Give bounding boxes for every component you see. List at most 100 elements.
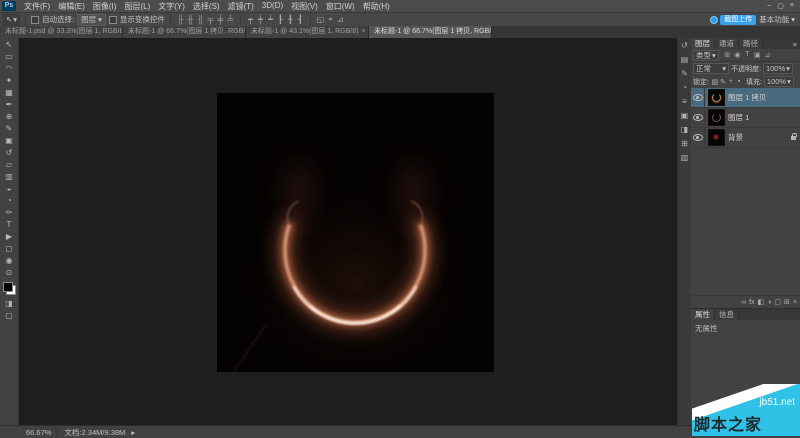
- minimize-icon[interactable]: –: [767, 2, 771, 10]
- panel-tab[interactable]: 属性: [691, 309, 715, 320]
- menu-item[interactable]: 窗口(W): [322, 1, 359, 12]
- status-chevron-icon[interactable]: ▸: [131, 428, 135, 437]
- align-center-v-icon[interactable]: ╪: [216, 15, 225, 25]
- distribute-center-h-icon[interactable]: ╂: [286, 15, 295, 25]
- layer-row[interactable]: 图层 1 拷贝: [691, 88, 800, 108]
- adjustment-layer-icon[interactable]: ◑: [767, 299, 771, 306]
- filter-pixel-icon[interactable]: ⊞: [723, 51, 732, 59]
- close-icon[interactable]: ×: [790, 2, 794, 10]
- menu-item[interactable]: 图像(I): [89, 1, 121, 12]
- foreground-color-swatch[interactable]: [3, 282, 13, 292]
- pen-tool-icon[interactable]: ✏: [1, 207, 17, 219]
- layer-thumbnail[interactable]: [708, 109, 725, 126]
- filter-type-dropdown[interactable]: 类型 ▾: [693, 50, 719, 61]
- distribute-center-v-icon[interactable]: ┿: [256, 15, 265, 25]
- screen-mode-icon[interactable]: ▢: [1, 310, 17, 322]
- fill-dropdown[interactable]: 100% ▾: [764, 76, 794, 87]
- opacity-dropdown[interactable]: 100% ▾: [763, 63, 793, 74]
- workspace-switcher[interactable]: 基本功能 ▾: [759, 14, 797, 25]
- menu-item[interactable]: 编辑(E): [54, 1, 89, 12]
- blur-tool-icon[interactable]: ◒: [1, 183, 17, 195]
- document-tab[interactable]: 未标题-1 @ 43.1%(图层 1, RGB/8) ×: [246, 26, 369, 38]
- align-top-icon[interactable]: ╤: [206, 15, 215, 25]
- panel-tab[interactable]: 信息: [715, 309, 739, 320]
- menu-item[interactable]: 3D(D): [258, 1, 287, 12]
- dodge-tool-icon[interactable]: ◔: [1, 195, 17, 207]
- new-layer-icon[interactable]: ⊞: [784, 298, 790, 306]
- layer-thumbnail[interactable]: [708, 129, 725, 146]
- canvas[interactable]: [217, 93, 494, 372]
- crop-tool-icon[interactable]: ▦: [1, 87, 17, 99]
- path-selection-tool-icon[interactable]: ▶: [1, 231, 17, 243]
- menu-item[interactable]: 帮助(H): [359, 1, 394, 12]
- brush-panel-icon[interactable]: ✎: [681, 69, 688, 78]
- brush-tool-icon[interactable]: ✎: [1, 123, 17, 135]
- styles-panel-icon[interactable]: ▣: [681, 111, 689, 120]
- adjustments-panel-icon[interactable]: ◨: [681, 125, 689, 134]
- delete-layer-icon[interactable]: ×: [793, 299, 797, 306]
- hand-tool-icon[interactable]: ◉: [1, 255, 17, 267]
- layer-visibility-toggle[interactable]: [691, 88, 705, 107]
- distribute-right-icon[interactable]: ┨: [296, 15, 305, 25]
- layer-thumbnail[interactable]: [708, 89, 725, 106]
- 3d-drag-icon[interactable]: ⊿: [336, 15, 345, 25]
- align-left-icon[interactable]: ╟: [176, 15, 185, 25]
- layer-visibility-toggle[interactable]: [691, 108, 705, 127]
- layer-visibility-toggle[interactable]: [691, 128, 705, 147]
- character-panel-icon[interactable]: ≡: [682, 97, 687, 106]
- shape-tool-icon[interactable]: ◻: [1, 243, 17, 255]
- zoom-tool-icon[interactable]: ⊙: [1, 267, 17, 279]
- filter-shape-icon[interactable]: ▣: [753, 51, 762, 59]
- clone-source-panel-icon[interactable]: ◔: [682, 83, 687, 92]
- move-tool-icon[interactable]: ↖: [1, 39, 17, 51]
- 3d-rotate-icon[interactable]: ◱: [316, 15, 325, 25]
- lock-all-icon[interactable]: ▪: [735, 78, 743, 86]
- history-brush-tool-icon[interactable]: ↺: [1, 147, 17, 159]
- layer-style-icon[interactable]: fx: [749, 299, 754, 306]
- panel-tab[interactable]: 通道: [715, 38, 739, 49]
- lock-transparent-icon[interactable]: ▨: [711, 78, 719, 86]
- eraser-tool-icon[interactable]: ▱: [1, 159, 17, 171]
- menu-item[interactable]: 选择(S): [189, 1, 224, 12]
- document-tab[interactable]: 未标题-1 @ 66.7%(图层 1 拷贝, RGB/8#) ×: [369, 26, 492, 38]
- history-panel-icon[interactable]: ↺: [681, 41, 688, 50]
- channels-panel-icon[interactable]: ⊞: [681, 139, 688, 148]
- show-transform-checkbox[interactable]: [109, 16, 117, 24]
- align-center-h-icon[interactable]: ╫: [186, 15, 195, 25]
- panel-tab[interactable]: 图层: [691, 38, 715, 49]
- auto-select-target-dropdown[interactable]: 图层 ▾: [77, 14, 106, 26]
- document-tab[interactable]: 未标题-1.psd @ 33.3%(图层 1, RGB/8) ×: [0, 26, 123, 38]
- lasso-tool-icon[interactable]: ◠: [1, 63, 17, 75]
- lock-pixels-icon[interactable]: ✎: [719, 78, 727, 86]
- menu-item[interactable]: 滤镜(T): [224, 1, 258, 12]
- type-tool-icon[interactable]: T: [1, 219, 17, 231]
- document-workspace[interactable]: [19, 38, 677, 425]
- menu-item[interactable]: 图层(L): [120, 1, 154, 12]
- eyedropper-tool-icon[interactable]: ✒: [1, 99, 17, 111]
- auto-select-checkbox[interactable]: [31, 16, 39, 24]
- current-tool-preset[interactable]: ↖ ▾: [3, 14, 20, 26]
- quick-mask-icon[interactable]: ◨: [1, 298, 17, 310]
- layer-row[interactable]: 背景: [691, 128, 800, 148]
- panel-tab[interactable]: 路径: [739, 38, 763, 49]
- clone-stamp-tool-icon[interactable]: ▣: [1, 135, 17, 147]
- 3d-roll-icon[interactable]: ◓: [326, 15, 335, 25]
- healing-brush-tool-icon[interactable]: ⊕: [1, 111, 17, 123]
- filter-adjustment-icon[interactable]: ◉: [733, 51, 742, 59]
- close-tab-icon[interactable]: ×: [361, 26, 365, 38]
- distribute-bottom-icon[interactable]: ┷: [266, 15, 275, 25]
- layer-mask-icon[interactable]: ◧: [758, 298, 765, 306]
- zoom-level[interactable]: 66.67%: [26, 428, 58, 437]
- document-tab[interactable]: 未标题-1 @ 66.7%(图层 1 拷贝, RGB/8) ×: [123, 26, 246, 38]
- distribute-top-icon[interactable]: ┯: [246, 15, 255, 25]
- align-right-icon[interactable]: ╢: [196, 15, 205, 25]
- new-group-icon[interactable]: ▢: [774, 298, 781, 306]
- marquee-tool-icon[interactable]: ▭: [1, 51, 17, 63]
- filter-type-icon[interactable]: T: [743, 51, 752, 59]
- lock-position-icon[interactable]: +: [727, 78, 735, 86]
- swatches-panel-icon[interactable]: ▤: [681, 55, 689, 64]
- color-swatches[interactable]: [3, 282, 16, 295]
- distribute-left-icon[interactable]: ┠: [276, 15, 285, 25]
- menu-item[interactable]: 视图(V): [287, 1, 322, 12]
- menu-item[interactable]: 文字(Y): [154, 1, 189, 12]
